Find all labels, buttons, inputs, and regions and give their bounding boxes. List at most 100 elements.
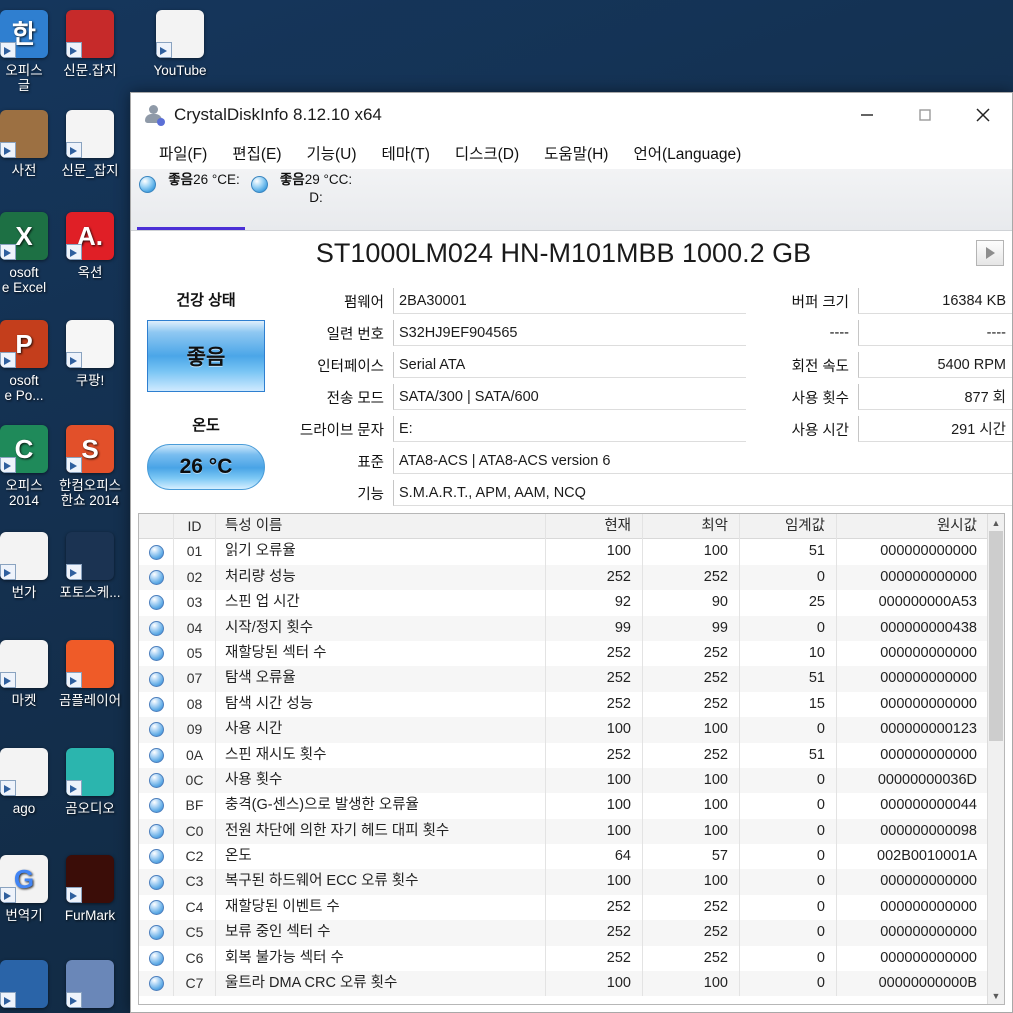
scrollbar-thumb[interactable] xyxy=(989,531,1003,741)
threshold-col-header[interactable]: 임계값 xyxy=(739,514,836,539)
menu-edit[interactable]: 편집(E) xyxy=(232,142,281,164)
rotation-rate-value[interactable]: 5400 RPM xyxy=(858,352,1012,378)
temperature-label: 온도 xyxy=(192,417,220,434)
menu-help[interactable]: 도움말(H) xyxy=(544,142,608,164)
buffer-size-value[interactable]: 16384 KB xyxy=(858,288,1012,314)
drive-tab-1[interactable]: 좋음29 °CC: D: xyxy=(247,169,359,230)
attribute-threshold: 51 xyxy=(739,666,836,692)
drive-tab-0[interactable]: 좋음26 °CE: xyxy=(135,169,247,230)
smart-attribute-row[interactable]: 03 스핀 업 시간 92 90 25 000000000A53 xyxy=(139,590,987,616)
smart-attribute-row[interactable]: C7 울트라 DMA CRC 오류 횟수 100 100 0 00000000000B xyxy=(139,971,987,997)
smart-table-scrollbar[interactable]: ▲ ▼ xyxy=(987,514,1004,1004)
health-status-badge[interactable]: 좋음 xyxy=(147,320,265,392)
gom-audio-icon xyxy=(66,748,114,796)
attribute-id: 09 xyxy=(173,717,215,743)
desktop-icon-furmark[interactable]: FurMark xyxy=(44,855,136,923)
attribute-status-cell xyxy=(139,925,173,941)
smart-attribute-row[interactable]: 05 재할당된 섹터 수 252 252 10 000000000000 xyxy=(139,640,987,667)
desktop-icon-gom-player[interactable]: 곰플레이어 xyxy=(44,640,136,708)
smart-attribute-row[interactable]: 02 처리량 성능 252 252 0 000000000000 xyxy=(139,564,987,591)
serial-number-value[interactable]: S32HJ9EF904565 xyxy=(393,320,746,346)
smart-attribute-row[interactable]: C2 온도 64 57 0 002B0010001A xyxy=(139,844,987,870)
attribute-worst: 100 xyxy=(642,767,739,794)
scroll-down-arrow[interactable]: ▼ xyxy=(988,987,1004,1004)
market-icon xyxy=(0,640,48,688)
attribute-status-cell xyxy=(139,544,173,560)
attribute-status-icon xyxy=(148,544,164,560)
smart-attribute-row[interactable]: 01 읽기 오류율 100 100 51 000000000000 xyxy=(139,539,987,565)
attribute-worst: 100 xyxy=(642,793,739,819)
scrollbar-track[interactable] xyxy=(988,531,1004,987)
menu-function[interactable]: 기능(U) xyxy=(307,142,357,164)
maximize-button[interactable] xyxy=(896,93,954,137)
smart-attribute-row[interactable]: C6 회복 불가능 섹터 수 252 252 0 000000000000 xyxy=(139,945,987,972)
name-col-header[interactable]: 특성 이름 xyxy=(215,514,545,539)
drive-letter-value[interactable]: E: xyxy=(393,416,746,442)
interface-label: 인터페이스 xyxy=(317,358,384,375)
attribute-name: 스핀 업 시간 xyxy=(215,590,545,616)
id-col-header[interactable]: ID xyxy=(173,514,215,539)
menu-theme[interactable]: 테마(T) xyxy=(382,142,430,164)
desktop-icon-windows-shortcut-2[interactable] xyxy=(44,960,136,1013)
furmark-icon xyxy=(66,855,114,903)
nand-writes-value[interactable]: ---- xyxy=(858,320,1012,346)
power-on-count-value[interactable]: 877 회 xyxy=(858,384,1012,410)
attribute-raw: 000000000000 xyxy=(836,945,987,972)
menu-language[interactable]: 언어(Language) xyxy=(633,142,741,164)
standard-value[interactable]: ATA8-ACS | ATA8-ACS version 6 xyxy=(393,448,1012,474)
current-col-header[interactable]: 현재 xyxy=(545,514,642,539)
smart-attribute-row[interactable]: 08 탐색 시간 성능 252 252 15 000000000000 xyxy=(139,691,987,718)
desktop-icon-gom-audio[interactable]: 곰오디오 xyxy=(44,748,136,816)
menu-disk[interactable]: 디스크(D) xyxy=(455,142,519,164)
attribute-current: 252 xyxy=(545,666,642,692)
desktop-icon-newspaper-magazine-1[interactable]: 신문.잡지 xyxy=(44,10,136,78)
desktop-icon-label: YouTube xyxy=(153,63,207,78)
worst-col-header[interactable]: 최악 xyxy=(642,514,739,539)
minimize-button[interactable] xyxy=(838,93,896,137)
attribute-id: 08 xyxy=(173,691,215,718)
desktop-icon-youtube-shortcut[interactable]: YouTube xyxy=(134,10,226,78)
attribute-status-icon xyxy=(148,595,164,611)
field-left: 전송 모드 SATA/300 | SATA/600 xyxy=(281,384,746,410)
attribute-name: 울트라 DMA CRC 오류 횟수 xyxy=(215,971,545,997)
desktop-icon-hancom-hanshow-2014[interactable]: S 한컴오피스 한쇼 2014 xyxy=(44,425,136,508)
field-right: 회전 속도 5400 RPM xyxy=(746,352,1012,378)
smart-attribute-row[interactable]: 07 탐색 오류율 252 252 51 000000000000 xyxy=(139,666,987,692)
transfer-mode-label: 전송 모드 xyxy=(326,390,384,407)
smart-attribute-row[interactable]: 0C 사용 횟수 100 100 0 00000000036D xyxy=(139,767,987,794)
attribute-threshold: 0 xyxy=(739,971,836,997)
attribute-raw: 000000000123 xyxy=(836,717,987,743)
smart-attribute-row[interactable]: BF 충격(G-센스)으로 발생한 오류율 100 100 0 000000000044 xyxy=(139,793,987,819)
attribute-worst: 252 xyxy=(642,920,739,946)
shortcut-arrow-icon xyxy=(0,42,16,58)
drive-health-icon xyxy=(139,176,156,193)
smart-attribute-row[interactable]: 0A 스핀 재시도 횟수 252 252 51 000000000000 xyxy=(139,742,987,768)
disk-field-row: 표준 ATA8-ACS | ATA8-ACS version 6 xyxy=(281,445,1012,477)
desktop-icon-coupang[interactable]: 쿠팡! xyxy=(44,320,136,388)
smart-attribute-row[interactable]: 04 시작/정지 횟수 99 99 0 000000000438 xyxy=(139,615,987,641)
power-on-hours-value[interactable]: 291 시간 xyxy=(858,416,1012,442)
dago-icon xyxy=(0,748,48,796)
smart-attribute-row[interactable]: 09 사용 시간 100 100 0 000000000123 xyxy=(139,717,987,743)
health-column: 건강 상태 좋음 온도 26 °C xyxy=(131,275,281,507)
desktop-icon-auction[interactable]: A. 옥션 xyxy=(44,212,136,280)
next-disk-button[interactable] xyxy=(976,240,1004,266)
attribute-status-cell xyxy=(139,874,173,890)
desktop-icon-newspaper-magazine-2[interactable]: 신문_잡지 xyxy=(44,110,136,178)
smart-attribute-row[interactable]: C3 복구된 하드웨어 ECC 오류 횟수 100 100 0 000000000000 xyxy=(139,869,987,895)
transfer-mode-value[interactable]: SATA/300 | SATA/600 xyxy=(393,384,746,410)
health-status-label: 건강 상태 xyxy=(176,292,236,309)
raw-col-header[interactable]: 원시값 xyxy=(836,514,987,539)
interface-value[interactable]: Serial ATA xyxy=(393,352,746,378)
smart-attribute-row[interactable]: C4 재할당된 이벤트 수 252 252 0 000000000000 xyxy=(139,894,987,921)
scroll-up-arrow[interactable]: ▲ xyxy=(988,514,1004,531)
menu-file[interactable]: 파일(F) xyxy=(159,142,207,164)
smart-attribute-row[interactable]: C5 보류 중인 섹터 수 252 252 0 000000000000 xyxy=(139,920,987,946)
temperature-badge[interactable]: 26 °C xyxy=(147,444,265,490)
desktop-icon-photoscape[interactable]: 포토스케... xyxy=(44,532,136,600)
firmware-value[interactable]: 2BA30001 xyxy=(393,288,746,314)
features-value[interactable]: S.M.A.R.T., APM, AAM, NCQ xyxy=(393,480,1012,506)
close-button[interactable] xyxy=(954,93,1012,137)
desktop-icon-label: 곰오디오 xyxy=(65,801,115,816)
smart-attribute-row[interactable]: C0 전원 차단에 의한 자기 헤드 대피 횟수 100 100 0 0000000000… xyxy=(139,818,987,845)
